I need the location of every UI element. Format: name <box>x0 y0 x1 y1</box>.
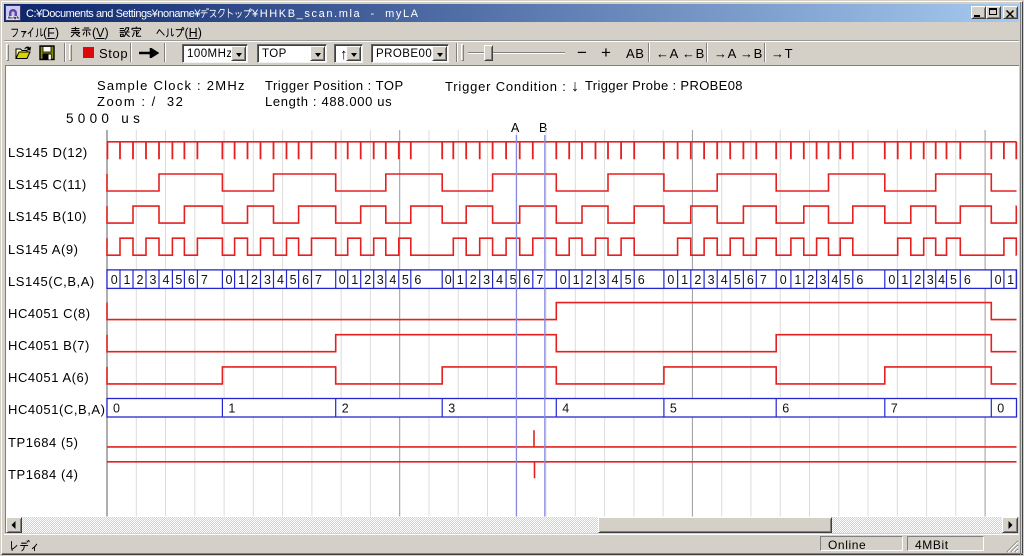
svg-text:2: 2 <box>694 273 701 287</box>
svg-text:7: 7 <box>536 273 543 287</box>
svg-text:4: 4 <box>163 273 170 287</box>
svg-text:5: 5 <box>402 273 409 287</box>
svg-text:6: 6 <box>188 273 195 287</box>
svg-text:2: 2 <box>251 273 258 287</box>
svg-text:2: 2 <box>914 273 921 287</box>
svg-text:5: 5 <box>950 273 957 287</box>
svg-text:0: 0 <box>445 273 452 287</box>
svg-text:0: 0 <box>995 273 1002 287</box>
svg-text:1: 1 <box>238 273 245 287</box>
svg-text:3: 3 <box>927 273 934 287</box>
svg-text:6: 6 <box>856 273 863 287</box>
svg-text:6: 6 <box>414 273 421 287</box>
svg-text:0: 0 <box>997 402 1004 416</box>
svg-text:0: 0 <box>111 273 118 287</box>
svg-text:0: 0 <box>888 273 895 287</box>
svg-text:3: 3 <box>599 273 606 287</box>
svg-text:2: 2 <box>586 273 593 287</box>
svg-text:6: 6 <box>523 273 530 287</box>
svg-text:6: 6 <box>964 273 971 287</box>
svg-text:3: 3 <box>708 273 715 287</box>
svg-text:4: 4 <box>831 273 838 287</box>
svg-text:6: 6 <box>302 273 309 287</box>
svg-text:1: 1 <box>573 273 580 287</box>
svg-text:5: 5 <box>844 273 851 287</box>
svg-text:1: 1 <box>351 273 358 287</box>
svg-text:7: 7 <box>201 273 208 287</box>
svg-text:0: 0 <box>667 273 674 287</box>
svg-text:5: 5 <box>290 273 297 287</box>
svg-text:6: 6 <box>782 402 789 416</box>
svg-text:0: 0 <box>339 273 346 287</box>
svg-text:0: 0 <box>780 273 787 287</box>
svg-text:5: 5 <box>670 402 677 416</box>
svg-text:2: 2 <box>807 273 814 287</box>
svg-text:5: 5 <box>625 273 632 287</box>
svg-text:1: 1 <box>228 402 235 416</box>
svg-text:2: 2 <box>364 273 371 287</box>
svg-text:4: 4 <box>612 273 619 287</box>
svg-text:7: 7 <box>760 273 767 287</box>
svg-text:7: 7 <box>891 402 898 416</box>
svg-text:3: 3 <box>377 273 384 287</box>
svg-text:4: 4 <box>496 273 503 287</box>
svg-text:4: 4 <box>389 273 396 287</box>
svg-text:3: 3 <box>448 402 455 416</box>
svg-text:5: 5 <box>734 273 741 287</box>
svg-text:4: 4 <box>277 273 284 287</box>
svg-text:1: 1 <box>1007 273 1014 287</box>
svg-text:4: 4 <box>721 273 728 287</box>
svg-text:1: 1 <box>794 273 801 287</box>
svg-text:1: 1 <box>901 273 908 287</box>
svg-text:6: 6 <box>747 273 754 287</box>
svg-text:0: 0 <box>226 273 233 287</box>
svg-text:2: 2 <box>342 402 349 416</box>
svg-text:3: 3 <box>264 273 271 287</box>
svg-text:3: 3 <box>150 273 157 287</box>
svg-text:5: 5 <box>175 273 182 287</box>
svg-text:5: 5 <box>510 273 517 287</box>
svg-text:0: 0 <box>113 402 120 416</box>
svg-text:6: 6 <box>638 273 645 287</box>
svg-text:1: 1 <box>681 273 688 287</box>
svg-text:1: 1 <box>124 273 131 287</box>
svg-text:3: 3 <box>820 273 827 287</box>
svg-text:3: 3 <box>483 273 490 287</box>
svg-text:7: 7 <box>315 273 322 287</box>
svg-text:2: 2 <box>137 273 144 287</box>
svg-text:2: 2 <box>470 273 477 287</box>
svg-text:4: 4 <box>562 402 569 416</box>
svg-text:1: 1 <box>457 273 464 287</box>
svg-text:4: 4 <box>938 273 945 287</box>
svg-text:0: 0 <box>560 273 567 287</box>
